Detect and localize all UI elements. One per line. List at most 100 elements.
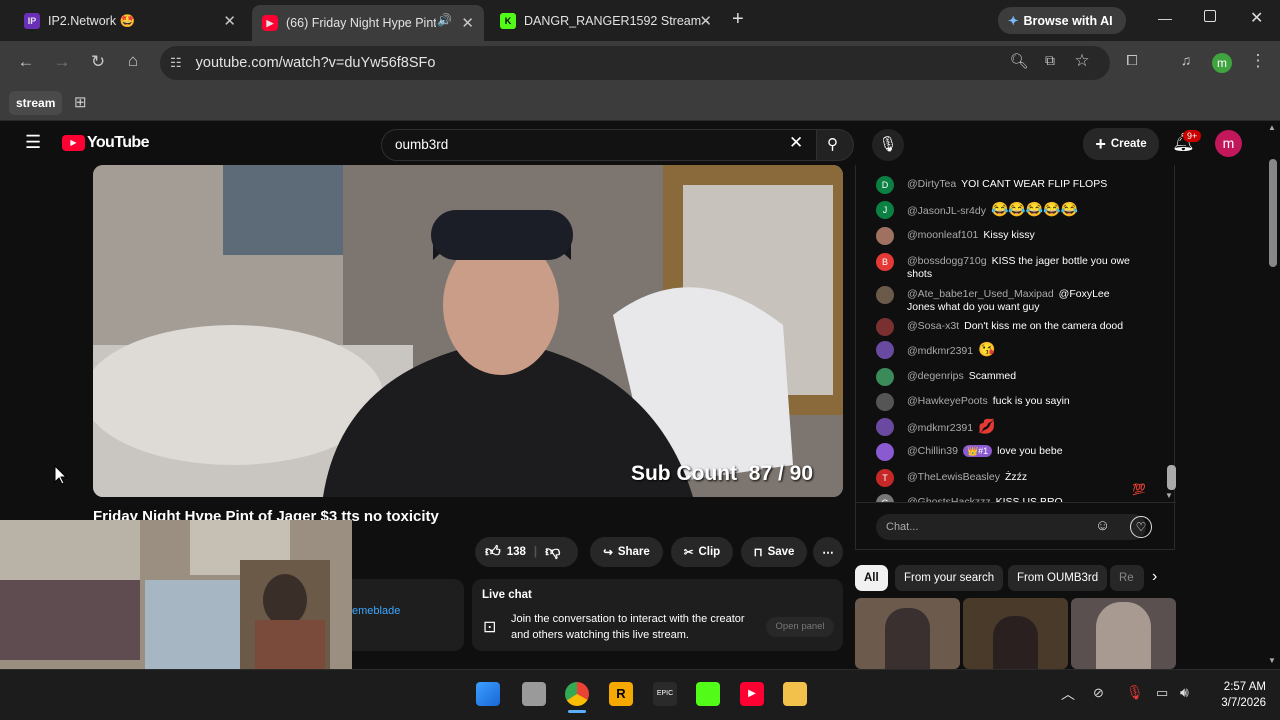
chip-all[interactable]: All [855,565,888,591]
description-box[interactable]: emeblade [340,579,464,651]
chat-author[interactable]: @Sosa-x3t [907,320,959,332]
page-scroll-up-icon[interactable]: ▲ [1268,123,1276,132]
chat-avatar[interactable] [876,393,894,411]
chat-avatar[interactable]: J [876,201,894,219]
chat-author[interactable]: @TheLewisBeasley [907,471,1000,483]
tab-ip2[interactable]: IP IP2.Network 🤩 ✕ [14,6,246,36]
chat-message[interactable]: B @bossdogg710g KISS the jager bottle you … [876,253,1136,281]
tab-kick[interactable]: K DANGR_RANGER1592 Stream - ✕ [490,6,722,36]
back-icon[interactable]: ← [12,52,40,72]
youtube-app-icon[interactable]: ▶ [740,682,764,706]
chat-avatar[interactable]: B [876,253,894,271]
dislike-icon[interactable]: 👎︎ [545,543,560,561]
voice-search-icon[interactable]: 🎙︎ [872,129,904,161]
rockstar-icon[interactable]: R [609,682,633,706]
chat-author[interactable]: @DirtyTea [907,178,956,190]
reload-icon[interactable]: ↻ [84,52,112,72]
chat-message[interactable]: @Chillin39 👑#1 love you bebe [876,443,1136,461]
recommended-thumbnail[interactable] [855,598,960,669]
close-icon[interactable]: ✕ [223,12,236,30]
chat-author[interactable]: @mdkmr2391 [907,345,973,357]
create-button[interactable]: + Create [1083,128,1159,160]
network-icon[interactable]: ⊘ [1093,685,1104,701]
like-count[interactable]: 138 [507,546,526,558]
window-close-icon[interactable]: ✕ [1250,8,1263,28]
page-scroll-down-icon[interactable]: ▼ [1268,656,1276,665]
recommended-thumbnail[interactable] [963,598,1068,669]
media-control-icon[interactable]: ♫ [1172,52,1200,68]
chat-author[interactable]: @Ate_babe1er_Used_Maxipad [907,288,1054,300]
chat-message[interactable]: @Sosa-x3t Don't kiss me on the camera doo… [876,318,1136,336]
chat-message[interactable]: G@GhostsHackzzzKISS US BRO [876,494,1136,502]
epic-games-icon[interactable]: EPIC [653,682,677,706]
home-icon[interactable]: ⌂ [119,51,147,71]
chat-message[interactable]: D @DirtyTea YOI CANT WEAR FLIP FLOPS [876,176,1136,194]
chip-from-channel[interactable]: From OUMB3rd [1008,565,1108,591]
like-icon[interactable]: 👍︎ [485,543,501,561]
site-info-icon[interactable]: ☷ [170,55,182,71]
address-bar[interactable]: ☷ youtube.com/watch?v=duYw56f8SFo [160,46,1110,80]
page-scrollbar-thumb[interactable] [1269,159,1277,267]
chat-avatar[interactable] [876,418,894,436]
display-icon[interactable]: ▭ [1156,685,1168,701]
tray-chevron-icon[interactable]: ︿ [1061,684,1075,704]
more-menu-icon[interactable]: ⋮ [1244,51,1272,71]
tab-youtube[interactable]: ▶ (66) Friday Night Hype Pint 🔊 ✕ [252,5,484,41]
new-tab-icon[interactable]: + [732,8,744,31]
chat-avatar[interactable] [876,443,894,461]
chat-message[interactable]: @mdkmr2391 💋 [876,418,1136,436]
chrome-icon[interactable] [565,682,589,706]
chat-author[interactable]: @Chillin39 [907,445,958,457]
chat-author[interactable]: @bossdogg710g [907,255,987,267]
forward-icon[interactable]: → [48,52,76,72]
recommended-thumbnail[interactable] [1071,598,1176,669]
restore-icon[interactable] [1204,10,1216,22]
chat-message[interactable]: @mdkmr2391 😘 [876,341,1136,359]
system-clock[interactable]: 2:57 AM 3/7/2026 [1206,679,1266,711]
chat-avatar[interactable] [876,368,894,386]
clip-button[interactable]: ✂ Clip [671,537,733,567]
bookmark-star-icon[interactable]: ☆ [1068,51,1096,71]
volume-icon[interactable]: 🔊︎ [1180,684,1189,701]
more-actions-icon[interactable]: ⋯ [813,537,843,567]
chat-author[interactable]: @JasonJL-sr4dy [907,205,986,217]
chat-message[interactable]: J @JasonJL-sr4dy 😂😂😂😂😂 [876,201,1136,219]
chat-author[interactable]: @mdkmr2391 [907,422,973,434]
search-button[interactable]: ⚲ [816,129,854,161]
install-app-icon[interactable]: ⧉ [1036,52,1064,69]
chat-avatar[interactable]: D [876,176,894,194]
chip-related[interactable]: Re [1110,565,1144,591]
browse-with-ai-button[interactable]: ✦ Browse with AI [998,7,1126,34]
close-icon[interactable]: ✕ [461,14,474,32]
chip-from-search[interactable]: From your search [895,565,1004,591]
windows-start-icon[interactable] [476,682,500,706]
video-player[interactable]: Sub Count 87 / 90 [93,165,843,497]
chat-avatar[interactable]: G [876,494,894,502]
zoom-icon[interactable]: 🔍︎ [1005,52,1033,70]
chat-avatar[interactable] [876,341,894,359]
bookmark-stream[interactable]: stream [9,91,63,115]
chat-avatar[interactable] [876,286,894,304]
chat-avatar[interactable] [876,227,894,245]
account-avatar[interactable]: m [1215,130,1242,157]
chat-message[interactable]: @degenrips Scammed [876,368,1136,386]
chat-message[interactable]: T @TheLewisBeasley Żzźz [876,469,1136,487]
open-panel-button[interactable]: Open panel [766,617,834,637]
search-input[interactable]: oumb3rd [381,129,817,161]
chat-avatar[interactable] [876,318,894,336]
tab-search-icon[interactable]: ⧠ [1118,52,1146,69]
profile-avatar[interactable]: m [1212,53,1232,73]
chat-message[interactable]: @Ate_babe1er_Used_Maxipad @FoxyLee Jones … [876,286,1136,314]
speaker-icon[interactable]: 🔊 [437,13,452,27]
chat-author[interactable]: @HawkeyePoots [907,395,988,407]
minimize-icon[interactable]: — [1158,10,1172,26]
chevron-right-icon[interactable]: › [1152,568,1157,586]
share-button[interactable]: ↪ Share [590,537,663,567]
kick-app-icon[interactable] [696,682,720,706]
chat-message[interactable]: @HawkeyePoots fuck is you sayin [876,393,1136,411]
chat-author[interactable]: @moonleaf101 [907,229,978,241]
chat-scrollbar-thumb[interactable] [1167,465,1176,490]
channel-link[interactable]: emeblade [352,605,400,617]
chat-author[interactable]: @degenrips [907,370,964,382]
file-explorer-icon[interactable] [783,682,807,706]
